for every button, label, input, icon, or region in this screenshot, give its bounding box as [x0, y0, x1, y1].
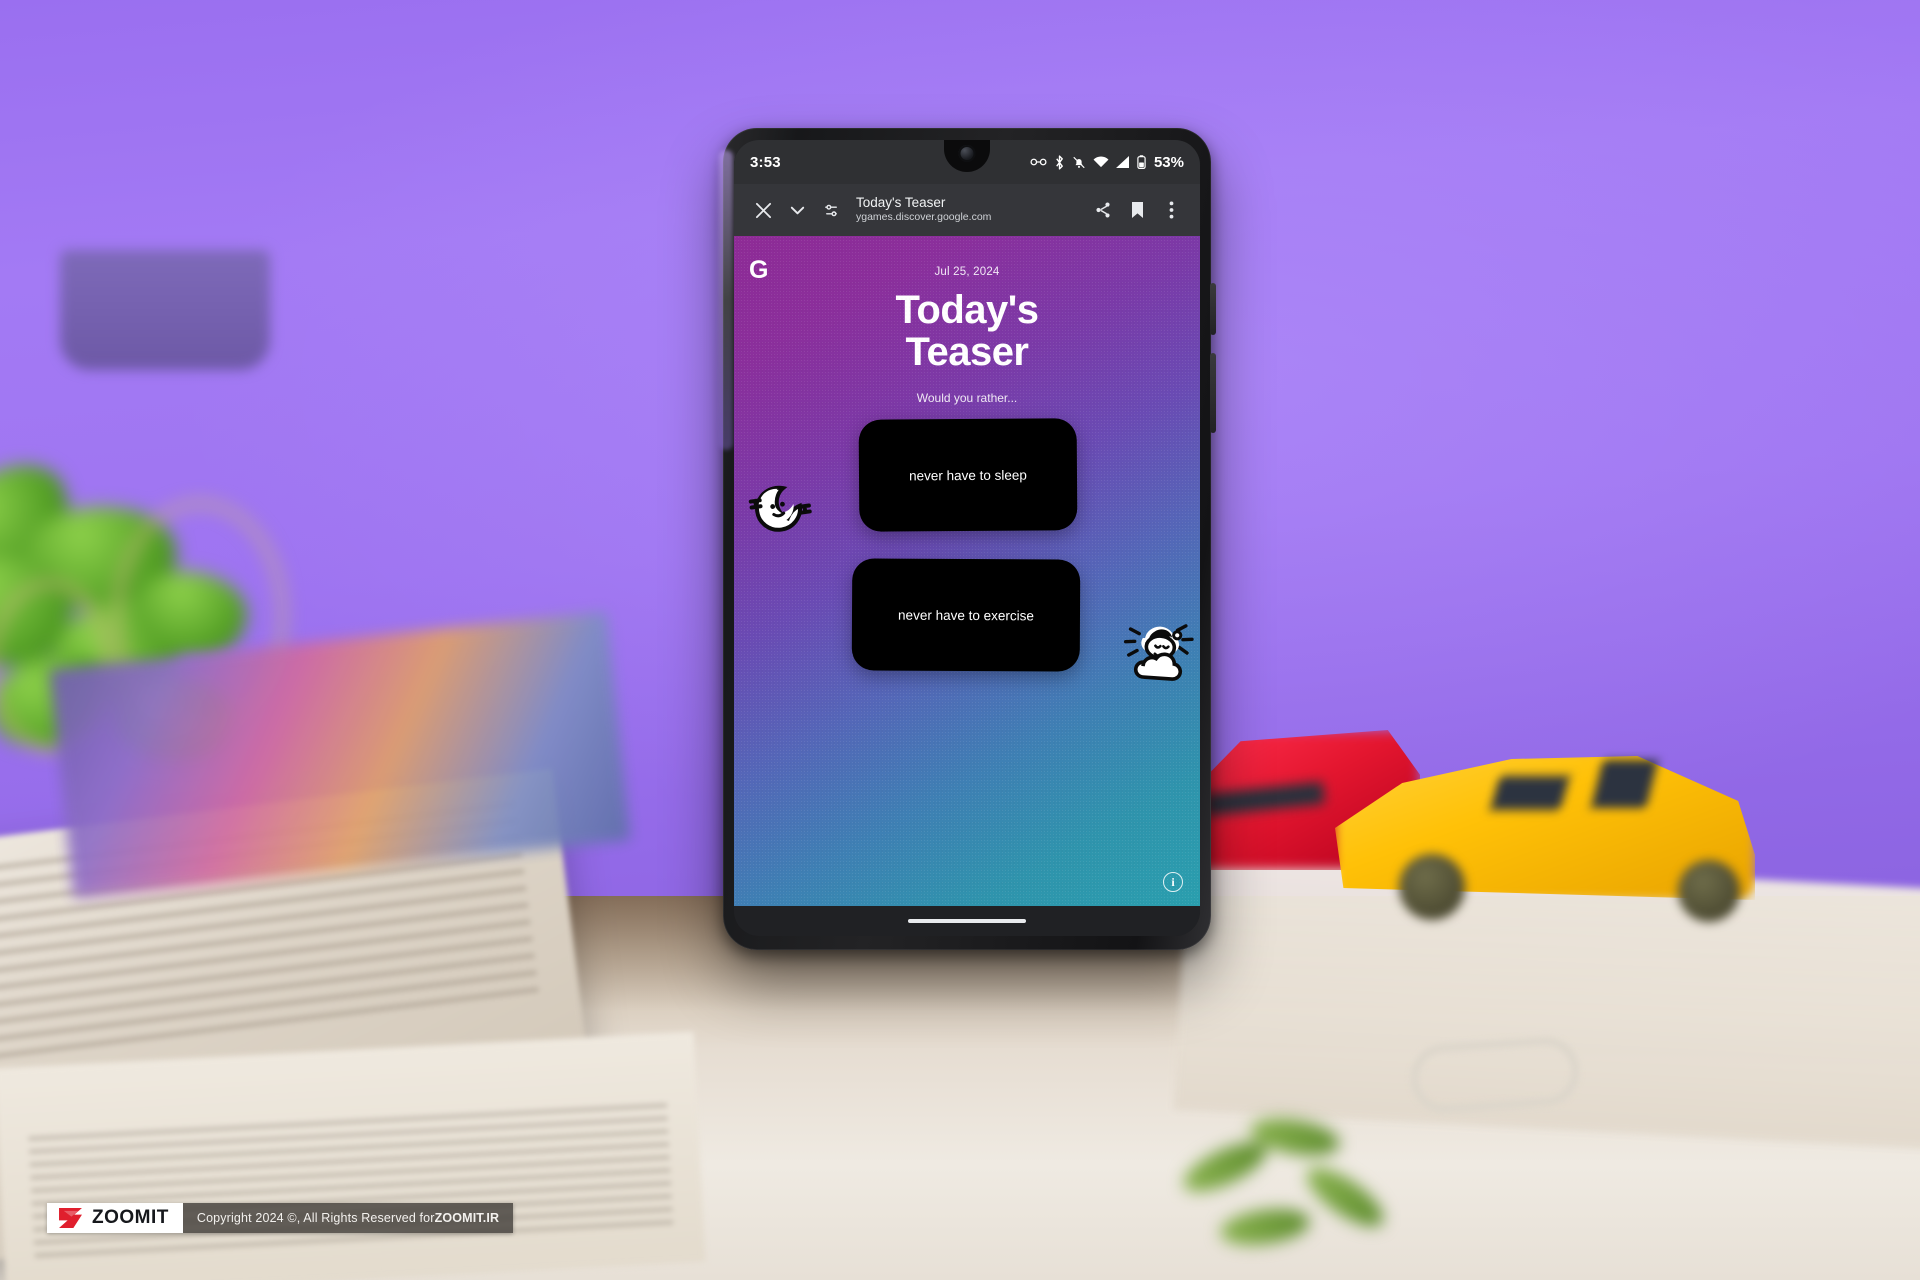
google-g-logo: G	[749, 256, 769, 284]
page-url: ygames.discover.google.com	[856, 210, 992, 223]
watermark-brand: ZOOMIT	[92, 1207, 169, 1228]
toy-car-wheel-front	[1399, 854, 1465, 920]
option-label: never have to sleep	[909, 467, 1027, 484]
document-page	[0, 1031, 706, 1280]
navigation-bar	[734, 906, 1200, 936]
options-list: never have to sleep never have to exerci…	[734, 418, 1200, 682]
green-sprig	[1160, 1090, 1460, 1280]
battery-icon	[1137, 155, 1146, 169]
status-bar: 3:53 53%	[734, 140, 1200, 184]
share-icon[interactable]	[1086, 193, 1120, 227]
sleeping-cloud-sticker	[1120, 619, 1196, 686]
bluetooth-icon	[1054, 154, 1065, 170]
cellular-signal-icon	[1116, 156, 1130, 168]
web-content: G Jul 25, 2024 Today's Teaser Would you …	[734, 236, 1200, 906]
info-icon[interactable]: i	[1163, 872, 1183, 892]
power-button[interactable]	[1210, 283, 1216, 335]
watermark-copyright-prefix: Copyright 2024 ©, All Rights Reserved fo…	[196, 1211, 435, 1225]
smartphone-device: 3:53 53% Today's Teaser ygames.discover.…	[719, 128, 1216, 950]
link-icon	[1030, 156, 1047, 168]
teaser-date: Jul 25, 2024	[934, 266, 1000, 278]
phone-screen: 3:53 53% Today's Teaser ygames.discover.…	[734, 140, 1200, 936]
front-camera-icon	[958, 145, 976, 162]
yellow-toy-car-window-front	[1490, 776, 1570, 810]
option-label: never have to exercise	[898, 607, 1034, 624]
option-button-exercise[interactable]: never have to exercise	[851, 558, 1081, 672]
watermark-copyright: Copyright 2024 ©, All Rights Reserved fo…	[182, 1203, 514, 1233]
watermark-copyright-site: ZOOMIT.IR	[434, 1211, 500, 1225]
close-icon[interactable]	[746, 193, 780, 227]
browser-toolbar: Today's Teaser ygames.discover.google.co…	[734, 184, 1200, 236]
teaser-heading: Today's Teaser	[734, 288, 1200, 374]
teaser-heading-line2: Teaser	[905, 329, 1029, 374]
teaser-heading-line1: Today's	[895, 288, 1039, 332]
phone-edge-highlight	[719, 150, 733, 450]
status-bar-time: 3:53	[750, 153, 781, 171]
plant-pot	[60, 250, 270, 370]
status-bar-icons: 53%	[1030, 154, 1184, 171]
toy-car-wheel-rear	[1678, 860, 1740, 922]
wifi-icon	[1093, 156, 1109, 168]
volume-button[interactable]	[1210, 353, 1216, 433]
teaser-subtitle: Would you rather...	[916, 391, 1018, 406]
toolbar-title-block[interactable]: Today's Teaser ygames.discover.google.co…	[848, 195, 1086, 224]
page-settings-icon[interactable]	[814, 193, 848, 227]
option-row: never have to sleep	[734, 418, 1200, 537]
photo-scene: 3:53 53% Today's Teaser ygames.discover.…	[0, 0, 1920, 1280]
camera-notch	[944, 140, 990, 172]
gesture-pill[interactable]	[908, 919, 1026, 923]
page-title: Today's Teaser	[856, 195, 946, 211]
battery-percentage: 53%	[1153, 153, 1184, 171]
watermark-logo-block: ZOOMIT	[47, 1203, 183, 1233]
chevron-down-icon[interactable]	[780, 193, 814, 227]
overflow-menu-icon[interactable]	[1154, 193, 1188, 227]
zoomit-watermark: ZOOMIT Copyright 2024 ©, All Rights Rese…	[47, 1203, 514, 1233]
zoomit-z-icon	[57, 1207, 84, 1229]
sleeping-moon-sticker	[744, 472, 824, 543]
notifications-muted-icon	[1072, 155, 1086, 170]
option-row: never have to exercise	[734, 558, 1200, 682]
option-button-sleep[interactable]: never have to sleep	[858, 418, 1078, 532]
bookmark-icon[interactable]	[1120, 193, 1154, 227]
